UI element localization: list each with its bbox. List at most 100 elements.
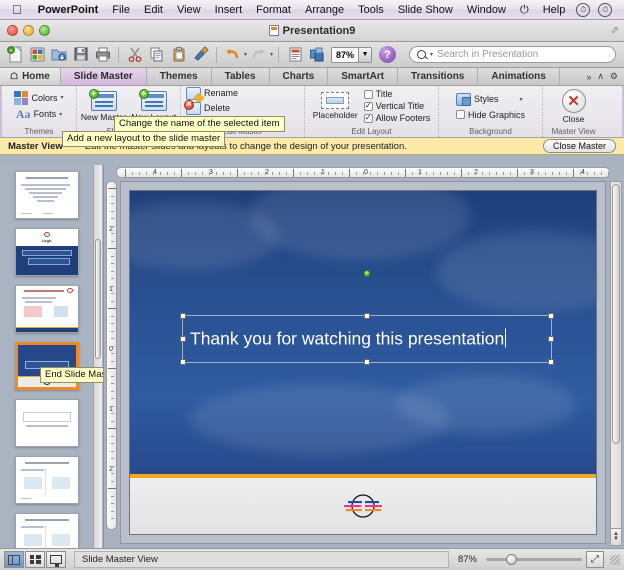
format-painter-icon[interactable] xyxy=(190,44,211,65)
tab-tables[interactable]: Tables xyxy=(212,68,270,85)
clock-icon[interactable]: ⏱ xyxy=(576,3,590,17)
editor-vertical-scrollbar[interactable] xyxy=(610,181,622,530)
close-master-button[interactable]: Close Master xyxy=(543,139,616,153)
new-slide-icon[interactable] xyxy=(284,44,305,65)
horizontal-ruler[interactable]: 4 3 2 1 0 1 2 3 4 xyxy=(116,167,610,178)
menu-window[interactable]: Window xyxy=(460,0,513,20)
window-resize-grip[interactable] xyxy=(610,555,620,565)
battery-icon[interactable]: ⏻ xyxy=(513,0,536,20)
slide-master-thumbnail[interactable] xyxy=(15,171,79,219)
ribbon-gear-icon[interactable]: ⚙ xyxy=(610,71,618,82)
menu-powerpoint[interactable]: PowerPoint xyxy=(31,0,106,20)
blank-layout-thumbnail[interactable] xyxy=(15,399,79,447)
search-dropdown-icon[interactable]: ▾ xyxy=(430,51,433,58)
vertical-ruler[interactable]: 2 1 0 1 2 xyxy=(106,181,117,530)
open-template-icon[interactable] xyxy=(26,44,47,65)
resize-handle-w[interactable] xyxy=(180,336,186,342)
redo-icon[interactable] xyxy=(248,44,269,65)
comparison-layout-thumbnail[interactable] xyxy=(15,513,79,548)
rotation-handle[interactable] xyxy=(364,270,371,277)
next-slide-icon[interactable]: ▼ xyxy=(613,537,619,542)
menu-arrange[interactable]: Arrange xyxy=(298,0,351,20)
delete-button[interactable]: ✕ Delete xyxy=(186,102,230,115)
tab-transitions[interactable]: Transitions xyxy=(398,68,478,85)
close-master-view-button[interactable]: ✕ Close xyxy=(562,89,586,124)
theme-fonts-dropdown-icon[interactable]: ▾ xyxy=(59,111,62,118)
copy-icon[interactable] xyxy=(146,44,167,65)
theme-colors-dropdown-icon[interactable]: ▾ xyxy=(61,94,64,101)
styles-button[interactable]: Styles ▾ xyxy=(456,93,523,106)
menu-tools[interactable]: Tools xyxy=(351,0,391,20)
title-text-value[interactable]: Thank you for watching this presentation xyxy=(190,329,506,350)
two-content-layout-thumbnail[interactable] xyxy=(15,456,79,504)
title-text-placeholder[interactable]: Thank you for watching this presentation xyxy=(182,315,552,363)
theme-colors-button[interactable]: Colors ▾ xyxy=(14,91,63,105)
hide-graphics-checkbox[interactable] xyxy=(456,110,465,119)
redo-dropdown-icon[interactable]: ▾ xyxy=(270,51,273,58)
save-icon[interactable] xyxy=(70,44,91,65)
resize-handle-sw[interactable] xyxy=(180,359,186,365)
zoom-control[interactable]: 87% ▼ xyxy=(331,47,372,63)
paste-icon[interactable] xyxy=(168,44,189,65)
zoom-slider-thumb[interactable] xyxy=(506,554,517,565)
hide-graphics-checkbox-row[interactable]: Hide Graphics xyxy=(456,110,525,120)
apple-logo[interactable]:  xyxy=(12,3,22,16)
tab-smartart[interactable]: SmartArt xyxy=(328,68,398,85)
ribbon-collapse-icon[interactable]: ∧ xyxy=(597,71,604,82)
menu-edit[interactable]: Edit xyxy=(137,0,170,20)
resize-handle-e[interactable] xyxy=(548,336,554,342)
title-layout-thumbnail[interactable]: Logo xyxy=(15,228,79,276)
zoom-slider[interactable] xyxy=(486,551,582,568)
cut-icon[interactable] xyxy=(124,44,145,65)
resize-handle-ne[interactable] xyxy=(548,313,554,319)
undo-icon[interactable] xyxy=(222,44,243,65)
title-checkbox[interactable] xyxy=(364,90,373,99)
allow-footers-checkbox[interactable]: ✓ xyxy=(364,114,373,123)
resize-handle-s[interactable] xyxy=(364,359,370,365)
resize-handle-se[interactable] xyxy=(548,359,554,365)
menu-insert[interactable]: Insert xyxy=(208,0,250,20)
media-browser-icon[interactable] xyxy=(306,44,327,65)
previous-next-slide-nav[interactable]: ▲ ▼ xyxy=(610,528,622,546)
fit-to-window-button[interactable]: ⤢ xyxy=(586,551,604,568)
placeholder-button[interactable]: Placeholder xyxy=(313,92,358,120)
help-button[interactable]: ? xyxy=(379,46,396,63)
styles-dropdown-icon[interactable]: ▾ xyxy=(520,96,523,103)
vertical-title-checkbox[interactable]: ✓ xyxy=(364,102,373,111)
fullscreen-icon[interactable]: ⬀ xyxy=(611,25,619,36)
editor-scrollbar-thumb[interactable] xyxy=(612,184,620,444)
presenter-view-button[interactable] xyxy=(46,551,66,568)
content-layout-thumbnail[interactable] xyxy=(15,285,79,333)
thumbnail-scrollbar-thumb[interactable] xyxy=(95,239,101,359)
new-document-icon[interactable]: + xyxy=(4,44,25,65)
tab-themes[interactable]: Themes xyxy=(147,68,212,85)
zoom-dropdown-icon[interactable]: ▼ xyxy=(358,48,371,62)
ribbon-overflow-icon[interactable]: » xyxy=(586,72,591,82)
menu-slide-show[interactable]: Slide Show xyxy=(391,0,460,20)
resize-handle-nw[interactable] xyxy=(180,313,186,319)
rename-button[interactable]: Rename xyxy=(186,87,238,100)
time-machine-icon[interactable]: ⏱ xyxy=(598,3,612,17)
vertical-title-checkbox-row[interactable]: ✓ Vertical Title xyxy=(364,101,431,111)
slide-sorter-view-button[interactable] xyxy=(25,551,45,568)
menu-help[interactable]: Help xyxy=(536,0,573,20)
open-icon[interactable] xyxy=(48,44,69,65)
allow-footers-checkbox-row[interactable]: ✓ Allow Footers xyxy=(364,113,431,123)
tab-charts[interactable]: Charts xyxy=(270,68,329,85)
tab-animations[interactable]: Animations xyxy=(478,68,559,85)
print-icon[interactable] xyxy=(92,44,113,65)
menu-view[interactable]: View xyxy=(170,0,208,20)
slide-thumbnail-panel[interactable]: Logo xyxy=(0,165,104,548)
undo-dropdown-icon[interactable]: ▾ xyxy=(244,51,247,58)
thumbnail-scrollbar[interactable] xyxy=(93,165,102,548)
title-checkbox-row[interactable]: Title xyxy=(364,89,431,99)
tab-home[interactable]: ☖ Home xyxy=(0,68,61,85)
resize-handle-n[interactable] xyxy=(364,313,370,319)
tab-slide-master[interactable]: Slide Master xyxy=(61,68,147,85)
normal-view-button[interactable] xyxy=(4,551,24,568)
menu-format[interactable]: Format xyxy=(249,0,298,20)
search-input[interactable]: ▾ Search in Presentation xyxy=(409,46,616,63)
slide-canvas[interactable]: Thank you for watching this presentation xyxy=(129,190,597,535)
menu-file[interactable]: File xyxy=(105,0,137,20)
zoom-value[interactable]: 87% xyxy=(332,50,358,60)
